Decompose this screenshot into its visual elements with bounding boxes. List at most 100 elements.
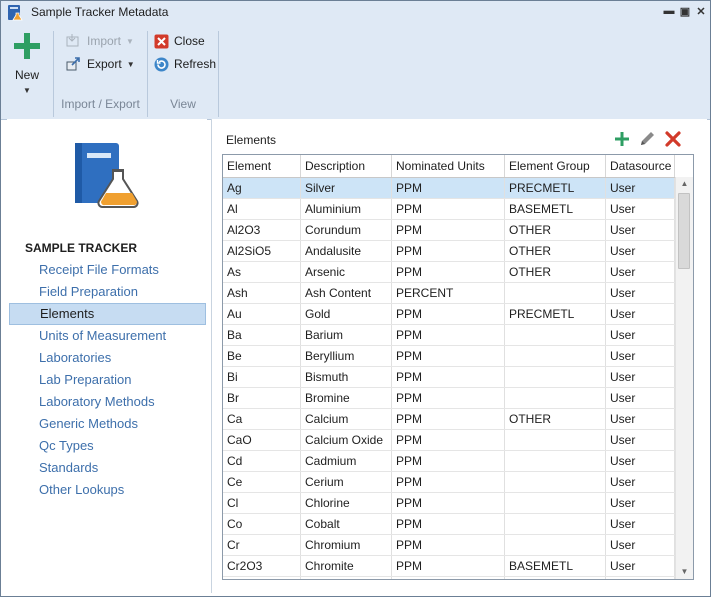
scroll-down-icon[interactable]: ▼ bbox=[676, 565, 693, 579]
table-cell: User bbox=[606, 472, 675, 492]
table-cell: Corundum bbox=[301, 220, 392, 240]
table-cell: User bbox=[606, 304, 675, 324]
new-button[interactable]: New ▼ bbox=[9, 31, 45, 101]
table-cell: Bromine bbox=[301, 388, 392, 408]
sidebar-item-lab-preparation[interactable]: Lab Preparation bbox=[9, 369, 206, 391]
export-button[interactable]: Export ▼ bbox=[66, 54, 135, 74]
table-cell bbox=[505, 451, 606, 471]
table-cell: PPM bbox=[392, 262, 505, 282]
refresh-button[interactable]: Refresh bbox=[154, 54, 216, 74]
table-cell: PPM bbox=[392, 220, 505, 240]
table-row[interactable]: Cd Cadmium PPM User bbox=[223, 451, 693, 472]
table-cell: PERCENT bbox=[392, 283, 505, 303]
table-row[interactable]: Al Aluminium PPM BASEMETL User bbox=[223, 199, 693, 220]
table-row[interactable]: Ca Calcium PPM OTHER User bbox=[223, 409, 693, 430]
sidebar-item-units-of-measurement[interactable]: Units of Measurement bbox=[9, 325, 206, 347]
table-row[interactable]: Al2O3 Corundum PPM OTHER User bbox=[223, 220, 693, 241]
table-cell: PPM bbox=[392, 346, 505, 366]
sidebar-item-elements[interactable]: Elements bbox=[9, 303, 206, 325]
minimize-button[interactable]: ▬ bbox=[664, 5, 675, 17]
table-body: Ag Silver PPM PRECMETL User Al Aluminium PPM BAS… bbox=[223, 178, 693, 579]
table-row[interactable]: Cl Chlorine PPM User bbox=[223, 493, 693, 514]
table-cell bbox=[505, 346, 606, 366]
scroll-thumb[interactable] bbox=[678, 193, 690, 269]
table-cell: As bbox=[223, 262, 301, 282]
add-button[interactable] bbox=[615, 132, 629, 149]
table-cell: Ash Content bbox=[301, 283, 392, 303]
sidebar-item-standards[interactable]: Standards bbox=[9, 457, 206, 479]
sidebar-item-field-preparation[interactable]: Field Preparation bbox=[9, 281, 206, 303]
table-cell: User bbox=[606, 577, 675, 579]
table-row[interactable]: Ce Cerium PPM User bbox=[223, 472, 693, 493]
table-row[interactable]: Cr2O3 Chromite PPM BASEMETL User bbox=[223, 556, 693, 577]
table-row[interactable]: Br Bromine PPM User bbox=[223, 388, 693, 409]
close-button[interactable]: Close bbox=[154, 31, 205, 51]
table-cell: PPM bbox=[392, 430, 505, 450]
ribbon-group-label: View bbox=[170, 97, 196, 111]
table-row[interactable]: Cr Chromium PPM User bbox=[223, 535, 693, 556]
table-cell: PPM bbox=[392, 199, 505, 219]
table-cell: PPM bbox=[392, 472, 505, 492]
panel-toolbar bbox=[615, 131, 681, 150]
new-label: New bbox=[14, 68, 39, 82]
table-row[interactable]: CaO Calcium Oxide PPM User bbox=[223, 430, 693, 451]
column-header-description[interactable]: Description bbox=[301, 155, 392, 177]
table-cell: User bbox=[606, 367, 675, 387]
sidebar-heading: SAMPLE TRACKER bbox=[25, 241, 138, 255]
table-cell: Aluminium bbox=[301, 199, 392, 219]
sidebar-item-receipt-file-formats[interactable]: Receipt File Formats bbox=[9, 259, 206, 281]
edit-button[interactable] bbox=[639, 131, 655, 150]
window-controls: ▬ ▣ ✕ bbox=[664, 5, 706, 18]
import-label: Import bbox=[87, 34, 122, 48]
table-row[interactable]: Co Cobalt PPM User bbox=[223, 514, 693, 535]
table-row[interactable]: Be Beryllium PPM User bbox=[223, 346, 693, 367]
table-cell: User bbox=[606, 241, 675, 261]
sidebar-item-laboratories[interactable]: Laboratories bbox=[9, 347, 206, 369]
table-cell bbox=[505, 514, 606, 534]
sidebar-item-other-lookups[interactable]: Other Lookups bbox=[9, 479, 206, 501]
table-row[interactable]: Ba Barium PPM User bbox=[223, 325, 693, 346]
panel-title: Elements bbox=[226, 133, 277, 147]
sidebar-item-generic-methods[interactable]: Generic Methods bbox=[9, 413, 206, 435]
scroll-up-icon[interactable]: ▲ bbox=[676, 177, 693, 191]
table-cell bbox=[505, 283, 606, 303]
column-header-datasource[interactable]: Datasource bbox=[606, 155, 675, 177]
vertical-scrollbar[interactable]: ▲ ▼ bbox=[675, 177, 693, 579]
table-cell: User bbox=[606, 451, 675, 471]
table-cell: Beryllium bbox=[301, 346, 392, 366]
sidebar-item-qc-types[interactable]: Qc Types bbox=[9, 435, 206, 457]
elements-panel: Elements Element Description Nominated Uni… bbox=[211, 119, 707, 593]
ribbon: New ▼ Import ▼ Export ▼ Import / Export … bbox=[1, 25, 710, 120]
delete-icon bbox=[665, 131, 681, 147]
export-label: Export bbox=[87, 57, 122, 71]
table-row[interactable]: As Arsenic PPM OTHER User bbox=[223, 262, 693, 283]
table-cell: User bbox=[606, 388, 675, 408]
table-cell: Ash bbox=[223, 283, 301, 303]
table-cell: Chromium bbox=[301, 535, 392, 555]
maximize-button[interactable]: ▣ bbox=[680, 5, 690, 18]
table-cell: Be bbox=[223, 346, 301, 366]
table-row[interactable]: Ash Ash Content PERCENT User bbox=[223, 283, 693, 304]
import-icon bbox=[66, 34, 79, 47]
table-cell: Bismuth bbox=[301, 367, 392, 387]
column-header-element[interactable]: Element bbox=[223, 155, 301, 177]
table-cell: PPM bbox=[392, 409, 505, 429]
table-cell: Cobalt bbox=[301, 514, 392, 534]
table-row[interactable]: Ag Silver PPM PRECMETL User bbox=[223, 178, 693, 199]
table-row[interactable]: Au Gold PPM PRECMETL User bbox=[223, 304, 693, 325]
table-cell: Au bbox=[223, 304, 301, 324]
table-row[interactable]: Bi Bismuth PPM User bbox=[223, 367, 693, 388]
delete-button[interactable] bbox=[665, 131, 681, 150]
column-header-element-group[interactable]: Element Group bbox=[505, 155, 606, 177]
table-cell: PPM bbox=[392, 388, 505, 408]
close-window-button[interactable]: ✕ bbox=[696, 5, 706, 18]
column-header-nominated-units[interactable]: Nominated Units bbox=[392, 155, 505, 177]
table-row[interactable]: Al2SiO5 Andalusite PPM OTHER User bbox=[223, 241, 693, 262]
sidebar-item-laboratory-methods[interactable]: Laboratory Methods bbox=[9, 391, 206, 413]
import-button[interactable]: Import ▼ bbox=[66, 31, 134, 51]
table-row[interactable]: CsCaesiumPPM User bbox=[223, 577, 693, 579]
table-cell bbox=[505, 535, 606, 555]
table-header: Element Description Nominated Units Element… bbox=[223, 155, 693, 178]
table-cell bbox=[505, 367, 606, 387]
table-cell: PPM bbox=[392, 535, 505, 555]
